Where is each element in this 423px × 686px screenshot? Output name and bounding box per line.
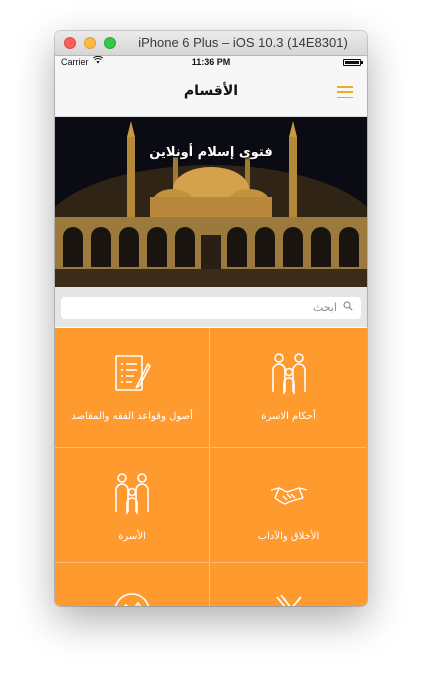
menu-icon[interactable]	[337, 86, 353, 98]
minimize-window-button[interactable]	[84, 37, 96, 49]
category-label: أصول وقواعد الفقه والمقاصد	[71, 411, 193, 422]
search-bar: ابحث	[55, 287, 367, 327]
category-label: أحكام الاسرة	[261, 411, 316, 422]
category-tile-food[interactable]	[211, 563, 366, 606]
handshake-icon	[211, 472, 366, 516]
window-titlebar: iPhone 6 Plus – iOS 10.3 (14E8301)	[55, 31, 367, 56]
window-title: iPhone 6 Plus – iOS 10.3 (14E8301)	[138, 35, 348, 50]
page-title: الأقسام	[183, 83, 239, 99]
family-icon	[211, 352, 366, 396]
category-tile-family[interactable]: الأسرة	[55, 448, 210, 563]
mountain-icon	[55, 591, 209, 606]
search-icon	[343, 301, 353, 314]
category-label: الأسرة	[118, 531, 146, 542]
category-tile-ethics[interactable]: الأخلاق والآداب	[211, 448, 366, 563]
category-tile-fiqh-principles[interactable]: أصول وقواعد الفقه والمقاصد	[55, 328, 210, 448]
fork-knife-icon	[211, 593, 366, 606]
hero-banner: فتوى إسلام أونلاين	[55, 117, 367, 287]
family-icon	[55, 472, 209, 516]
simulator-window: iPhone 6 Plus – iOS 10.3 (14E8301) Carri…	[55, 31, 367, 606]
status-time: 11:36 PM	[191, 57, 231, 67]
categories-grid: أحكام الاسرة أصول وقواعد الفقه والمقاصد	[55, 328, 367, 606]
category-tile-family-rulings[interactable]: أحكام الاسرة	[211, 328, 366, 448]
navigation-bar: الأقسام	[55, 69, 367, 117]
category-tile-other[interactable]	[55, 563, 210, 606]
close-window-button[interactable]	[64, 37, 76, 49]
hero-title: فتوى إسلام أونلاين	[149, 145, 273, 160]
search-input[interactable]: ابحث	[61, 297, 361, 319]
zoom-window-button[interactable]	[104, 37, 116, 49]
mosque-illustration	[55, 117, 367, 287]
battery-cap	[361, 61, 363, 64]
document-icon	[55, 352, 209, 396]
category-label: الأخلاق والآداب	[257, 531, 320, 542]
battery-icon	[343, 59, 361, 66]
search-placeholder: ابحث	[312, 301, 337, 314]
status-bar: Carrier 11:36 PM	[55, 55, 367, 69]
